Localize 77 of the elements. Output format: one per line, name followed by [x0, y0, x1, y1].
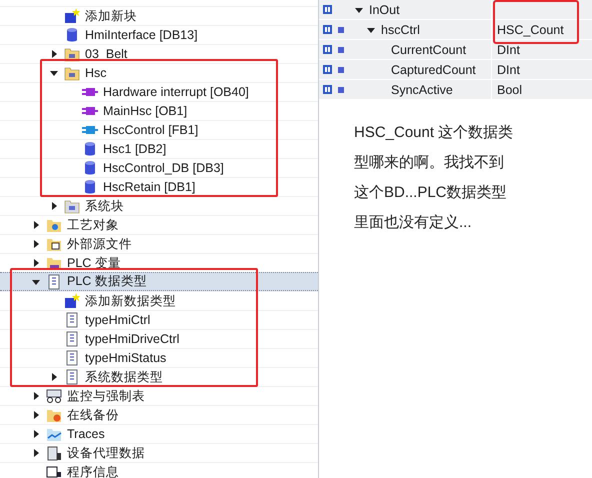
tree-item[interactable]: 工艺对象 — [0, 215, 318, 234]
database-icon — [82, 179, 98, 195]
tree-item[interactable]: HscControl [FB1] — [0, 120, 318, 139]
data-type: Bool — [497, 82, 522, 96]
member-icon — [338, 66, 344, 72]
trace-folder-icon — [46, 426, 62, 442]
tree-item[interactable]: 在线备份 — [0, 405, 318, 424]
tree-item[interactable]: Traces — [0, 424, 318, 443]
database-icon — [64, 27, 80, 43]
tree-item[interactable]: typeHmiCtrl — [0, 310, 318, 329]
data-type: DInt — [497, 62, 520, 76]
tree-item[interactable]: Hsc — [0, 63, 318, 82]
tree-item[interactable]: MainHsc [OB1] — [0, 101, 318, 120]
gear-folder-icon — [46, 217, 62, 233]
member-icon — [338, 46, 344, 52]
data-type-icon — [64, 350, 80, 366]
member-icon — [338, 86, 344, 92]
glasses-icon — [46, 388, 62, 404]
folder-icon — [64, 198, 80, 214]
tree-item[interactable]: Hsc1 [DB2] — [0, 139, 318, 158]
tree-item[interactable]: HmiInterface [DB13] — [0, 25, 318, 44]
add-block-icon — [64, 293, 80, 309]
tree-item[interactable]: HscRetain [DB1] — [0, 177, 318, 196]
collapse-arrow-icon[interactable] — [32, 411, 40, 419]
parameter-icon — [323, 45, 332, 54]
data-type: HSC_Count — [497, 22, 564, 36]
parameter-name: hscCtrl — [381, 22, 420, 36]
expand-arrow-icon[interactable] — [32, 278, 40, 286]
tree-item[interactable]: 监控与强制表 — [0, 386, 318, 405]
database-icon — [82, 160, 98, 176]
parameter-icon — [323, 25, 332, 34]
data-type-icon — [64, 331, 80, 347]
tag-folder-icon — [46, 255, 62, 271]
parameter-name: CapturedCount — [391, 62, 476, 76]
collapse-arrow-icon[interactable] — [32, 259, 40, 267]
expand-arrow-icon[interactable] — [355, 6, 363, 14]
tree-item[interactable]: 设备代理数据 — [0, 443, 318, 462]
tree-item[interactable]: HscControl_DB [DB3] — [0, 158, 318, 177]
tree-item[interactable]: 程序信息 — [0, 462, 318, 478]
tree-item[interactable]: 添加新数据类型 — [0, 291, 318, 310]
parameter-name: InOut — [369, 2, 400, 16]
building-icon — [46, 445, 62, 461]
member-icon — [338, 26, 344, 32]
add-block-icon — [64, 8, 80, 24]
collapse-arrow-icon[interactable] — [32, 240, 40, 248]
collapse-arrow-icon[interactable] — [32, 392, 40, 400]
parameter-icon — [323, 5, 332, 14]
backup-folder-icon — [46, 407, 62, 423]
comment-text: HSC_Count 这个数据类型哪来的啊。我找不到这个BD...PLC数据类型里面也没有定义... — [354, 123, 514, 233]
collapse-arrow-icon[interactable] — [50, 373, 58, 381]
program-info-icon — [46, 464, 62, 478]
data-type-icon — [64, 369, 80, 385]
data-type: DInt — [497, 42, 520, 56]
source-folder-icon — [46, 236, 62, 252]
collapse-arrow-icon[interactable] — [32, 449, 40, 457]
data-type-icon — [46, 274, 62, 290]
collapse-arrow-icon[interactable] — [50, 50, 58, 58]
parameter-icon — [323, 85, 332, 94]
parameter-name: CurrentCount — [391, 42, 466, 56]
tree-item[interactable]: 系统块 — [0, 196, 318, 215]
tree-item[interactable]: PLC 数据类型 — [0, 272, 318, 291]
collapse-arrow-icon[interactable] — [50, 202, 58, 210]
tree-item[interactable]: typeHmiStatus — [0, 348, 318, 367]
collapse-arrow-icon[interactable] — [32, 430, 40, 438]
expand-arrow-icon[interactable] — [367, 26, 375, 34]
parameter-name: SyncActive — [391, 82, 453, 96]
tree-item[interactable]: 系统数据类型 — [0, 367, 318, 386]
tree-item[interactable]: 添加新块 — [0, 6, 318, 25]
data-type-icon — [64, 312, 80, 328]
tree-item[interactable]: 外部源文件 — [0, 234, 318, 253]
parameter-icon — [323, 65, 332, 74]
tree-item[interactable]: Hardware interrupt [OB40] — [0, 82, 318, 101]
collapse-arrow-icon[interactable] — [32, 221, 40, 229]
database-icon — [82, 141, 98, 157]
tree-item[interactable]: typeHmiDriveCtrl — [0, 329, 318, 348]
folder-icon — [64, 65, 80, 81]
expand-arrow-icon[interactable] — [50, 69, 58, 77]
